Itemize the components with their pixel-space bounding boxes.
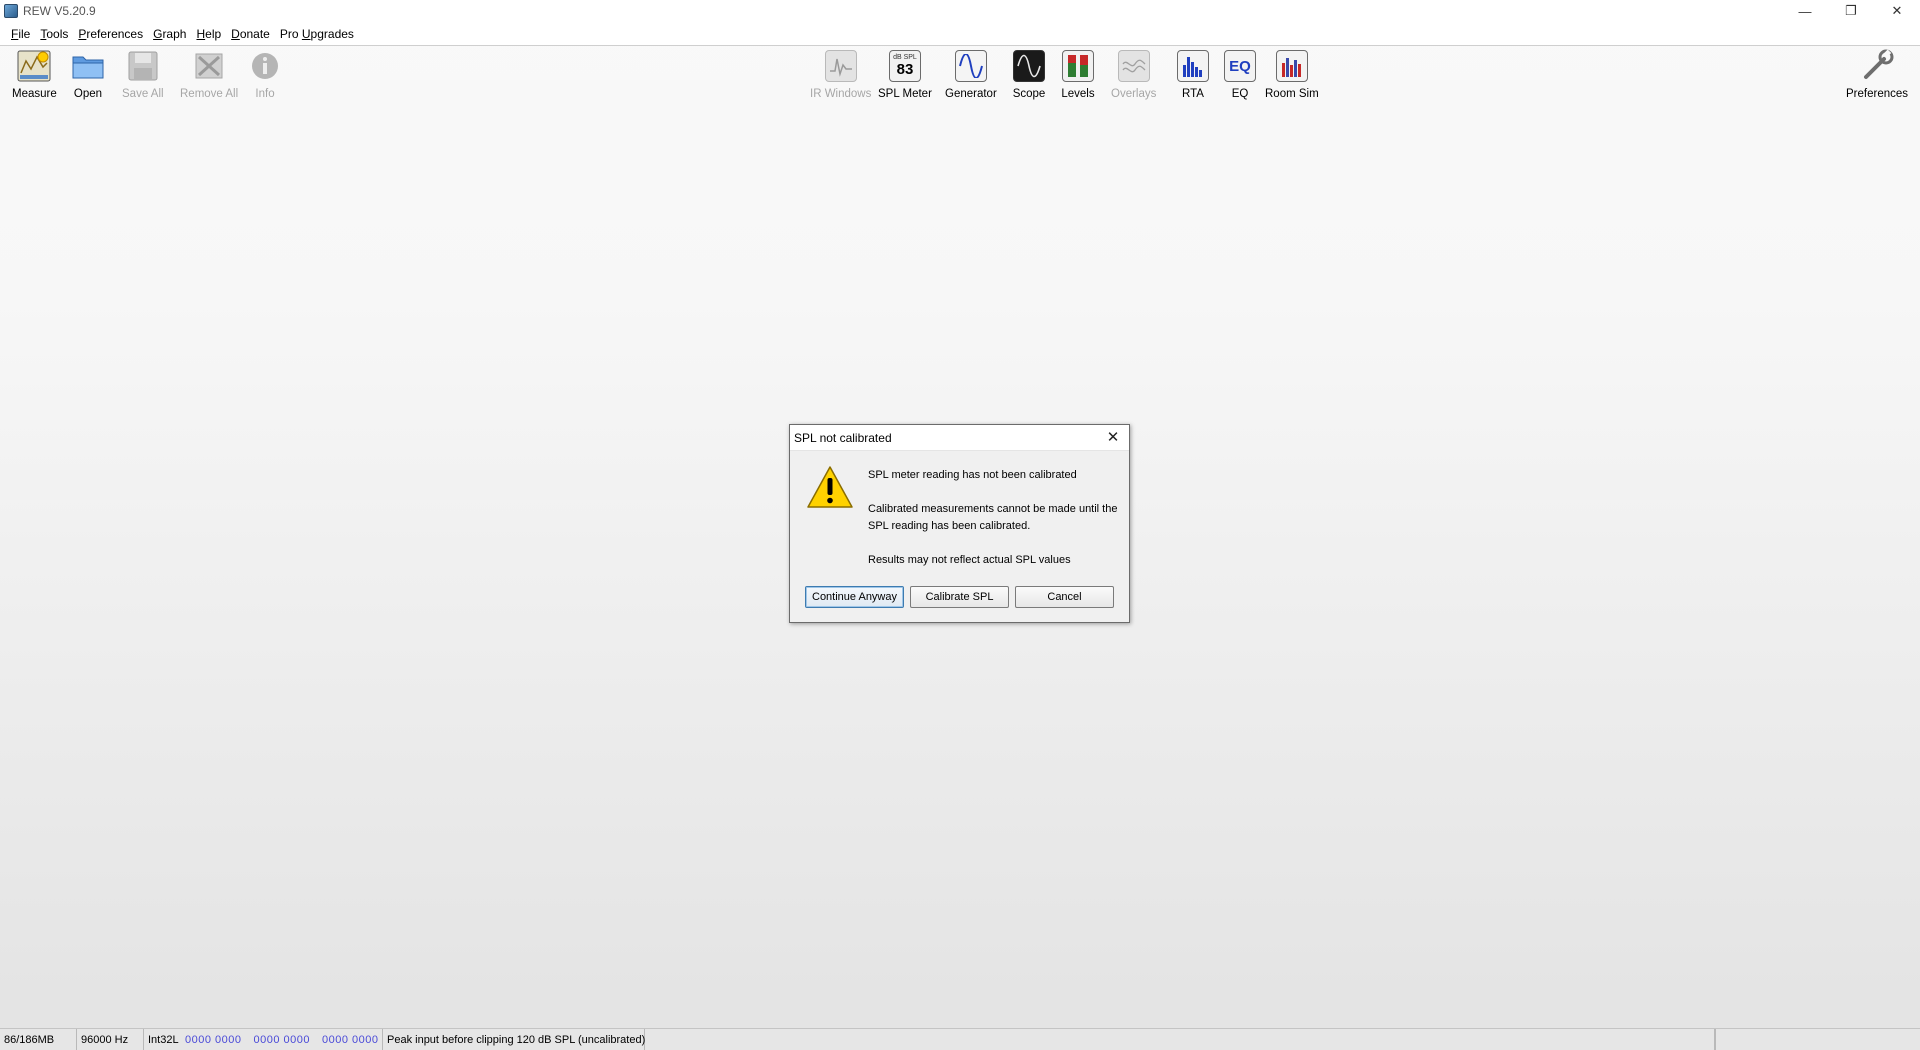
rta-button[interactable]: RTA: [1175, 48, 1211, 100]
remove-all-button[interactable]: Remove All: [180, 48, 238, 100]
spl-meter-icon: dB SPL 83: [887, 48, 923, 84]
dialog-message-line1: SPL meter reading has not been calibrate…: [868, 469, 1077, 481]
eq-icon: EQ: [1222, 48, 1258, 84]
bits-group: 0000 0000: [322, 1033, 379, 1046]
sample-rate: 96000 Hz: [77, 1029, 144, 1050]
warning-icon: [806, 465, 854, 512]
dialog-title-bar: SPL not calibrated ✕: [790, 425, 1129, 451]
preferences-button[interactable]: Preferences: [1846, 48, 1908, 100]
dialog-message-line3: Results may not reflect actual SPL value…: [868, 554, 1071, 566]
overlays-button[interactable]: Overlays: [1111, 48, 1156, 100]
title-bar: REW V5.20.9 — ❐ ✕: [0, 0, 1920, 22]
menu-graph[interactable]: Graph: [148, 27, 191, 41]
wrench-icon: [1859, 48, 1895, 84]
window-title: REW V5.20.9: [23, 4, 96, 18]
scope-button[interactable]: Scope: [1011, 48, 1047, 100]
status-right-panel: [1715, 1029, 1920, 1050]
restore-icon[interactable]: ❐: [1828, 0, 1874, 22]
save-all-button[interactable]: Save All: [122, 48, 164, 100]
continue-anyway-button[interactable]: Continue Anyway: [805, 586, 904, 608]
sample-format: Int32L: [148, 1033, 179, 1046]
cancel-button[interactable]: Cancel: [1015, 586, 1114, 608]
open-button[interactable]: Open: [70, 48, 106, 100]
scope-icon: [1011, 48, 1047, 84]
room-sim-icon: [1274, 48, 1310, 84]
minimize-icon[interactable]: —: [1782, 0, 1828, 22]
menu-file[interactable]: File: [6, 27, 35, 41]
spl-not-calibrated-dialog: SPL not calibrated ✕ SPL meter reading h…: [789, 424, 1130, 623]
rew-app-icon: [4, 4, 18, 18]
levels-button[interactable]: Levels: [1060, 48, 1096, 100]
info-button[interactable]: Info: [247, 48, 283, 100]
measure-icon: [16, 48, 52, 84]
sine-wave-icon: [953, 48, 989, 84]
menu-bar: File Tools Preferences Graph Help Donate…: [0, 22, 1920, 46]
memory-usage: 86/186MB: [0, 1029, 77, 1050]
remove-all-icon: [191, 48, 227, 84]
calibrate-spl-button[interactable]: Calibrate SPL: [910, 586, 1009, 608]
folder-icon: [70, 48, 106, 84]
bits-group: 0000 0000: [185, 1033, 242, 1046]
measure-button[interactable]: Measure: [12, 48, 57, 100]
menu-pro-upgrades[interactable]: Pro Upgrades: [275, 27, 359, 41]
dialog-message: SPL meter reading has not been calibrate…: [868, 467, 1118, 586]
floppy-disk-icon: [125, 48, 161, 84]
input-bits-display: 0000 0000 0000 0000 0000 0000: [181, 1029, 383, 1050]
menu-preferences[interactable]: Preferences: [73, 27, 148, 41]
close-icon[interactable]: ✕: [1105, 429, 1121, 446]
peak-input-status: Peak input before clipping 120 dB SPL (u…: [383, 1029, 645, 1050]
status-bar: 86/186MB 96000 Hz Int32L 0000 0000 0000 …: [0, 1028, 1920, 1050]
close-window-icon[interactable]: ✕: [1874, 0, 1920, 22]
menu-help[interactable]: Help: [191, 27, 226, 41]
room-sim-button[interactable]: Room Sim: [1265, 48, 1319, 100]
menu-tools[interactable]: Tools: [35, 27, 73, 41]
toolbar: Measure Open Save All Remove All Info IR…: [0, 48, 1920, 108]
window-controls: — ❐ ✕: [1782, 0, 1920, 22]
dialog-message-line2: Calibrated measurements cannot be made u…: [868, 503, 1118, 532]
dialog-title: SPL not calibrated: [794, 430, 892, 445]
eq-button[interactable]: EQ EQ: [1222, 48, 1258, 100]
info-icon: [247, 48, 283, 84]
status-spacer: [645, 1029, 1715, 1050]
menu-donate[interactable]: Donate: [226, 27, 275, 41]
rta-bars-icon: [1175, 48, 1211, 84]
ir-windows-icon: [823, 48, 859, 84]
levels-meter-icon: [1060, 48, 1096, 84]
ir-windows-button[interactable]: IR Windows: [810, 48, 871, 100]
bits-group: 0000 0000: [253, 1033, 310, 1046]
spl-meter-button[interactable]: dB SPL 83 SPL Meter: [878, 48, 932, 100]
overlays-icon: [1116, 48, 1152, 84]
generator-button[interactable]: Generator: [945, 48, 997, 100]
